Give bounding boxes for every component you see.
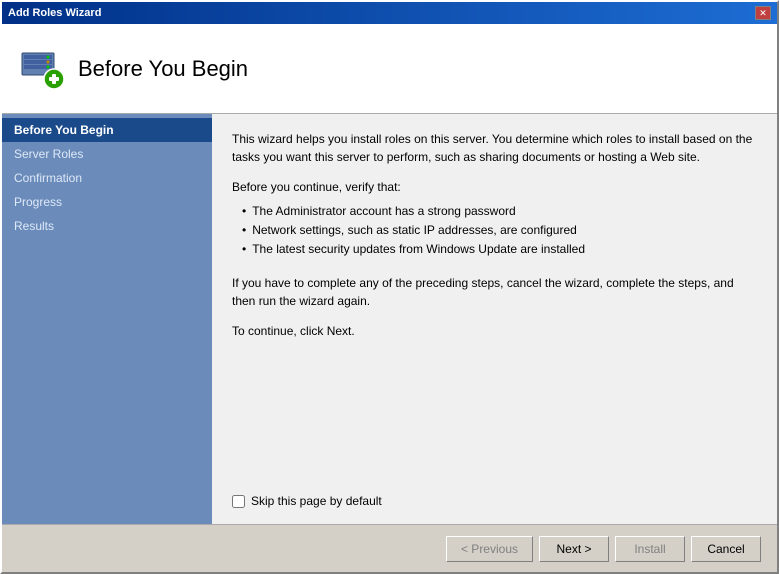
install-button[interactable]: Install xyxy=(615,536,685,562)
bullet-list: The Administrator account has a strong p… xyxy=(242,202,757,260)
sidebar-item-before-you-begin[interactable]: Before You Begin xyxy=(2,118,212,142)
bullet-item-3: The latest security updates from Windows… xyxy=(242,240,757,259)
skip-checkbox[interactable] xyxy=(232,495,245,508)
close-button[interactable]: ✕ xyxy=(755,6,771,20)
skip-section: Skip this page by default xyxy=(232,484,757,508)
intro-text: This wizard helps you install roles on t… xyxy=(232,130,757,166)
main-content: This wizard helps you install roles on t… xyxy=(212,114,777,524)
bullet-item-1: The Administrator account has a strong p… xyxy=(242,202,757,221)
wizard-icon xyxy=(18,45,66,93)
header-section: Before You Begin xyxy=(2,24,777,114)
cancel-button[interactable]: Cancel xyxy=(691,536,761,562)
content-body: This wizard helps you install roles on t… xyxy=(232,130,757,474)
content-area: Before You Begin Server Roles Confirmati… xyxy=(2,114,777,524)
skip-text: Skip this page by default xyxy=(251,494,382,508)
bullet-item-2: Network settings, such as static IP addr… xyxy=(242,221,757,240)
verify-label: Before you continue, verify that: xyxy=(232,180,757,194)
sidebar-item-confirmation[interactable]: Confirmation xyxy=(2,166,212,190)
skip-label[interactable]: Skip this page by default xyxy=(232,494,757,508)
title-bar: Add Roles Wizard ✕ xyxy=(2,2,777,24)
cancel-note: If you have to complete any of the prece… xyxy=(232,274,757,310)
sidebar: Before You Begin Server Roles Confirmati… xyxy=(2,114,212,524)
header-title: Before You Begin xyxy=(78,56,248,82)
footer: < Previous Next > Install Cancel xyxy=(2,524,777,572)
continue-text: To continue, click Next. xyxy=(232,324,757,338)
window-title: Add Roles Wizard xyxy=(8,7,101,19)
sidebar-item-server-roles[interactable]: Server Roles xyxy=(2,142,212,166)
sidebar-item-progress[interactable]: Progress xyxy=(2,190,212,214)
next-button[interactable]: Next > xyxy=(539,536,609,562)
previous-button[interactable]: < Previous xyxy=(446,536,533,562)
wizard-window: Add Roles Wizard ✕ Before You Begi xyxy=(0,0,779,574)
sidebar-item-results[interactable]: Results xyxy=(2,214,212,238)
